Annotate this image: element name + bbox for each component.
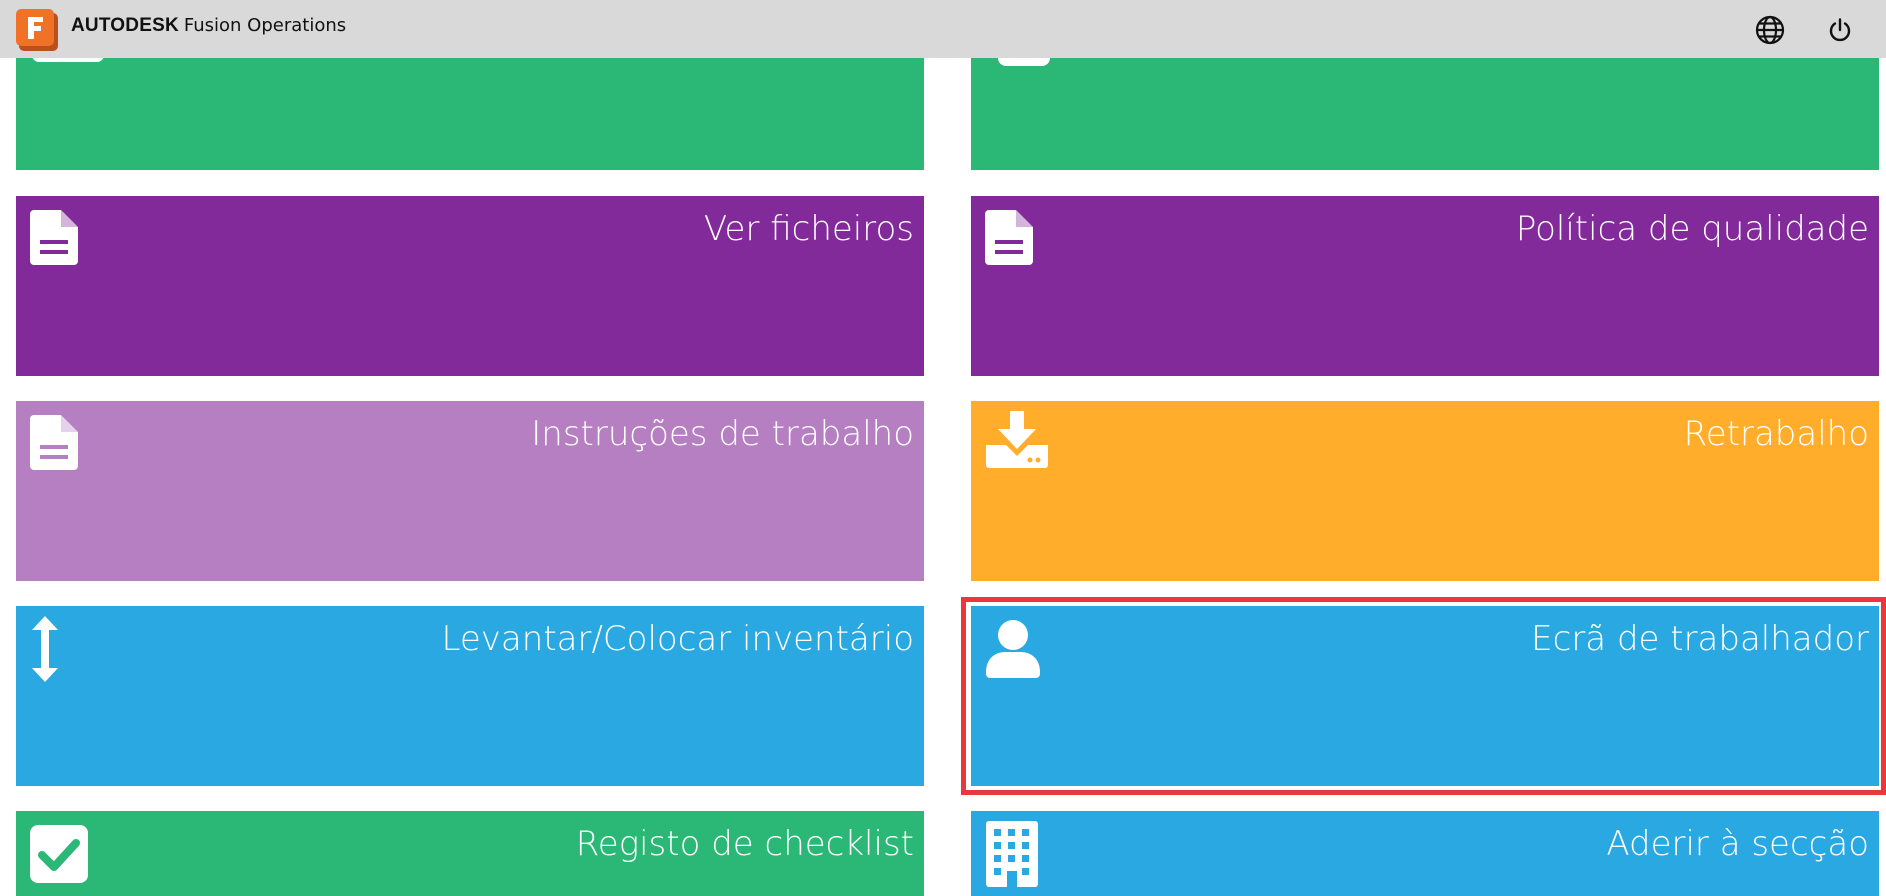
tile-label: Ver ficheiros	[703, 209, 914, 249]
tile-levantar-colocar-inventario[interactable]: Levantar/Colocar inventário	[16, 606, 924, 786]
tile-label: Instruções de trabalho	[531, 414, 914, 454]
building-icon	[986, 821, 1038, 887]
user-icon	[986, 620, 1040, 678]
top-bar: AUTODESK Fusion Operations	[0, 0, 1886, 58]
fusion-logo-icon	[16, 9, 58, 51]
tile-label: Política de qualidade	[1515, 209, 1869, 249]
brand-product: Fusion Operations	[183, 15, 347, 36]
tile-ecra-de-trabalhador[interactable]: Ecrã de trabalhador	[971, 606, 1879, 786]
vertical-arrows-icon	[32, 616, 58, 682]
tile-label: Ecrã de trabalhador	[1531, 619, 1869, 659]
document-icon	[30, 210, 78, 265]
tile-label: Registo de checklist	[575, 824, 914, 864]
tile-aderir-a-seccao[interactable]: Aderir à secção	[971, 811, 1879, 896]
tile-politica-de-qualidade[interactable]: Política de qualidade	[971, 196, 1879, 376]
tile-registo-de-checklist[interactable]: Registo de checklist	[16, 811, 924, 896]
brand-autodesk: AUTODESK	[71, 15, 179, 36]
document-icon	[30, 415, 78, 470]
tile-instrucoes-de-trabalho[interactable]: Instruções de trabalho	[16, 401, 924, 581]
document-icon	[985, 210, 1033, 265]
tile-retrabalho[interactable]: Retrabalho	[971, 401, 1879, 581]
checkbox-icon	[30, 825, 88, 883]
tile-label: Levantar/Colocar inventário	[441, 619, 914, 659]
tile-label: Retrabalho	[1683, 414, 1869, 454]
download-icon	[986, 411, 1048, 468]
globe-icon[interactable]	[1753, 13, 1787, 47]
app-brand: AUTODESK Fusion Operations	[71, 14, 346, 38]
tile-label: Aderir à secção	[1606, 824, 1869, 864]
power-icon[interactable]	[1823, 13, 1857, 47]
tile-ver-ficheiros[interactable]: Ver ficheiros	[16, 196, 924, 376]
